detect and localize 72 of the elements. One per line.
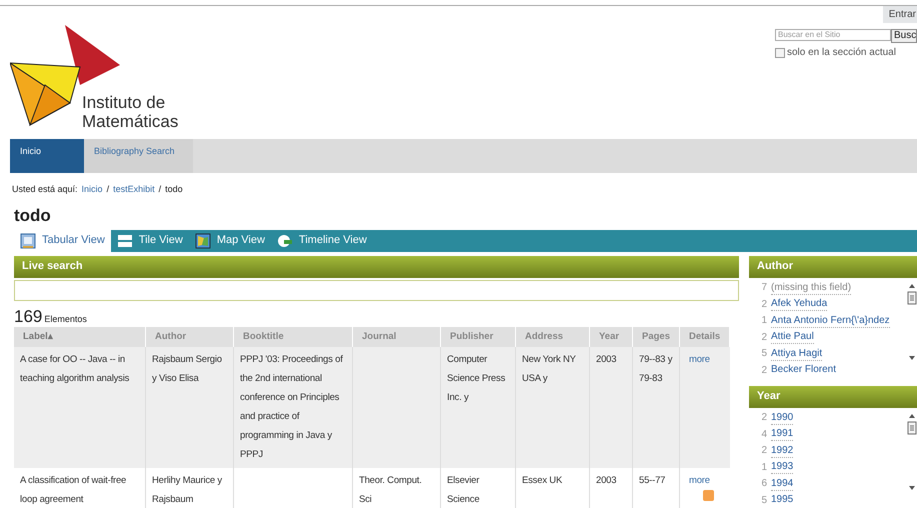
facet-count: 6 xyxy=(760,477,767,492)
panel-header: Live search xyxy=(14,256,739,278)
table-cell: PPPJ '03: Proceedings of the 2nd international conference on Principles and practice of programming in Java y PPPJ xyxy=(240,354,343,460)
facet-value[interactable]: 1992 xyxy=(771,444,794,458)
breadcrumb-link[interactable]: Inicio xyxy=(82,183,103,196)
nav-tab[interactable]: Bibliography Search xyxy=(84,139,193,173)
facet-value[interactable]: Anta Antonio Fern{\'a}ndez xyxy=(771,314,890,328)
table-cell: 79--83 y 79-83 xyxy=(639,354,672,384)
table-cell: Herlihy Maurice y Rajsbaum xyxy=(152,475,222,505)
more-link[interactable]: more xyxy=(689,350,710,369)
facet-count: 2 xyxy=(760,298,767,312)
table-cell: New York NY USA y xyxy=(522,354,576,384)
scrollbar-drawing[interactable] xyxy=(907,282,917,362)
table-cell: Rajsbaum Sergio y Viso Elisa xyxy=(152,354,222,384)
table-cell: A classification of wait-free loop agreement xyxy=(20,475,126,505)
item-count-label: Elementos xyxy=(44,312,87,326)
facet-value[interactable]: 1991 xyxy=(771,427,794,442)
view-tab[interactable]: Timeline View xyxy=(270,230,373,252)
facet-value[interactable]: Attie Paul xyxy=(771,330,814,344)
facet-count: 2 xyxy=(760,444,767,458)
table-cell: A case for OO -- Java -- in teaching algorithm analysis xyxy=(20,354,130,384)
tile-view-icon xyxy=(116,232,133,248)
facet-value[interactable]: 1990 xyxy=(771,410,794,425)
facet-value[interactable]: 1993 xyxy=(771,460,794,474)
live-search-field[interactable] xyxy=(14,280,739,300)
facet-count: 2 xyxy=(760,364,767,374)
table-cell: 55--77 xyxy=(639,475,666,486)
breadcrumb-prefix: Usted está aquí: xyxy=(12,183,78,196)
checkbox[interactable] xyxy=(775,48,785,58)
table-cell: Theor. Comput. Sci xyxy=(359,475,422,505)
facet-count: 1 xyxy=(760,460,767,475)
timeline-view-icon xyxy=(276,232,293,248)
table-cell: 2003 xyxy=(596,354,616,365)
facet-count: 5 xyxy=(760,494,767,504)
facet-value[interactable]: 1995 xyxy=(771,493,794,504)
table-view-icon xyxy=(20,232,36,248)
facet-count: 4 xyxy=(760,428,767,442)
facet-header: Author xyxy=(749,256,917,278)
more-link[interactable]: more xyxy=(689,471,710,490)
facet-value[interactable]: Afek Yehuda xyxy=(771,297,828,312)
view-tab[interactable]: Map View xyxy=(188,230,271,252)
view-tab[interactable]: Tabular View xyxy=(14,230,111,252)
scrollbar-drawing[interactable] xyxy=(907,412,917,492)
facet-value[interactable]: Attiya Hagit xyxy=(771,346,822,361)
search-button[interactable]: Busc xyxy=(891,29,917,43)
page-title: todo xyxy=(14,206,52,226)
facet-header: Year xyxy=(749,386,917,408)
breadcrumb-separator: / xyxy=(106,183,110,196)
view-tab[interactable]: Tile View xyxy=(110,230,189,252)
table-cell: Computer Science Press Inc. y xyxy=(447,354,506,403)
logo-text: Instituto de Matemáticas xyxy=(82,93,178,131)
facet-count: 2 xyxy=(760,411,767,426)
item-count: 169 xyxy=(14,308,42,326)
facet-value[interactable]: (missing this field) xyxy=(771,280,852,295)
breadcrumb-current: todo xyxy=(165,183,183,196)
login-link[interactable]: Entrar xyxy=(882,6,917,23)
search-field[interactable]: Buscar en el Sitio xyxy=(775,29,891,41)
breadcrumb-link[interactable]: testExhibit xyxy=(113,183,155,196)
facet-count: 7 xyxy=(760,281,767,296)
facet-value[interactable]: 1994 xyxy=(771,476,794,491)
table-cell: Elsevier Science xyxy=(447,475,480,505)
checkbox-label: solo en la sección actual xyxy=(787,46,896,60)
breadcrumb-separator: / xyxy=(158,183,162,196)
feed-icon[interactable] xyxy=(703,490,714,501)
facet-count: 5 xyxy=(760,347,767,362)
facet-count: 1 xyxy=(760,314,767,328)
table-cell: Essex UK xyxy=(522,475,562,486)
facet-value[interactable]: Becker Florent xyxy=(771,363,836,374)
nav-tab[interactable]: Inicio xyxy=(10,139,84,173)
facet-count: 2 xyxy=(760,330,767,345)
table-cell: 2003 xyxy=(596,475,616,486)
map-view-icon xyxy=(194,232,211,248)
